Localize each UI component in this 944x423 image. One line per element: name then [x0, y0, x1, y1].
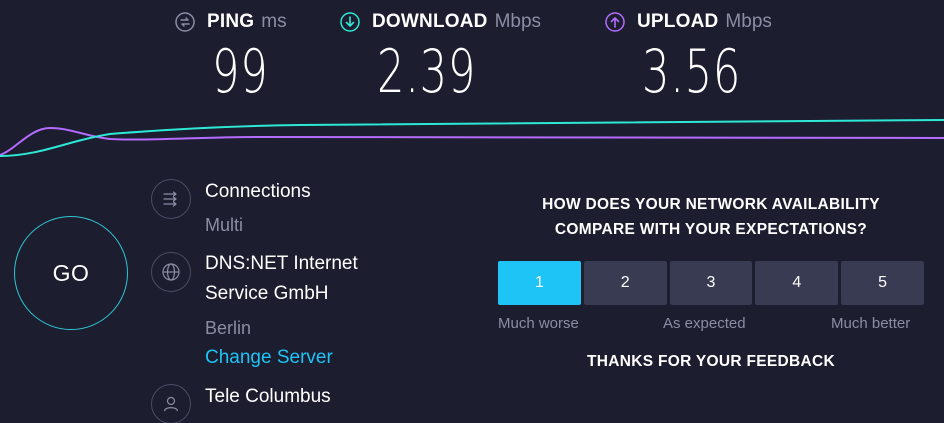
server-name-line1: DNS:NET Internet [205, 253, 358, 274]
upload-value: 3.56 [642, 37, 742, 107]
ping-value: 99 [212, 37, 269, 107]
rating-option-3[interactable]: 3 [669, 261, 753, 305]
download-value: 2.39 [377, 37, 477, 107]
rating-option-1[interactable]: 1 [498, 261, 581, 305]
connections-value: Multi [205, 215, 244, 235]
server-name-line2: Service GmbH [205, 283, 329, 304]
ping-label: PING [207, 11, 255, 32]
speedtest-result-panel: PING ms 99 DOWNLOAD Mbps 2.39 UPLOAD Mbp… [0, 0, 944, 423]
feedback-question-line1: HOW DOES YOUR NETWORK AVAILABILITY [542, 196, 880, 213]
connections-label: Connections [205, 181, 311, 202]
download-metric: DOWNLOAD Mbps 2.39 [340, 8, 542, 106]
rating-option-5[interactable]: 5 [841, 261, 924, 305]
download-icon [340, 12, 360, 32]
download-unit: Mbps [494, 11, 542, 32]
globe-icon [151, 252, 191, 292]
server-location: Berlin [205, 318, 252, 338]
download-label: DOWNLOAD [372, 11, 488, 32]
feedback-question: HOW DOES YOUR NETWORK AVAILABILITY COMPA… [498, 192, 924, 242]
user-icon [151, 384, 191, 423]
connections-icon [151, 179, 191, 219]
feedback-thanks: THANKS FOR YOUR FEEDBACK [586, 353, 836, 370]
upload-unit: Mbps [725, 11, 772, 32]
rating-option-2[interactable]: 2 [583, 261, 667, 305]
rating-options: 1 2 3 4 5 [498, 261, 924, 305]
ping-icon [175, 12, 195, 32]
feedback-question-line2: COMPARE WITH YOUR EXPECTATIONS? [554, 221, 868, 238]
upload-label: UPLOAD [637, 11, 719, 32]
scale-low-label: Much worse [498, 315, 579, 332]
change-server-link[interactable]: Change Server [205, 343, 333, 373]
provider-name: Tele Columbus [205, 386, 331, 407]
scale-mid-label: As expected [663, 315, 746, 332]
scale-high-label: Much better [831, 315, 911, 332]
upload-icon [605, 12, 625, 32]
ping-metric: PING ms 99 [175, 8, 287, 106]
upload-metric: UPLOAD Mbps 3.56 [605, 8, 772, 106]
speed-graph [0, 119, 944, 157]
go-button[interactable]: GO [14, 216, 128, 330]
rating-option-4[interactable]: 4 [755, 261, 839, 305]
ping-unit: ms [261, 11, 287, 32]
